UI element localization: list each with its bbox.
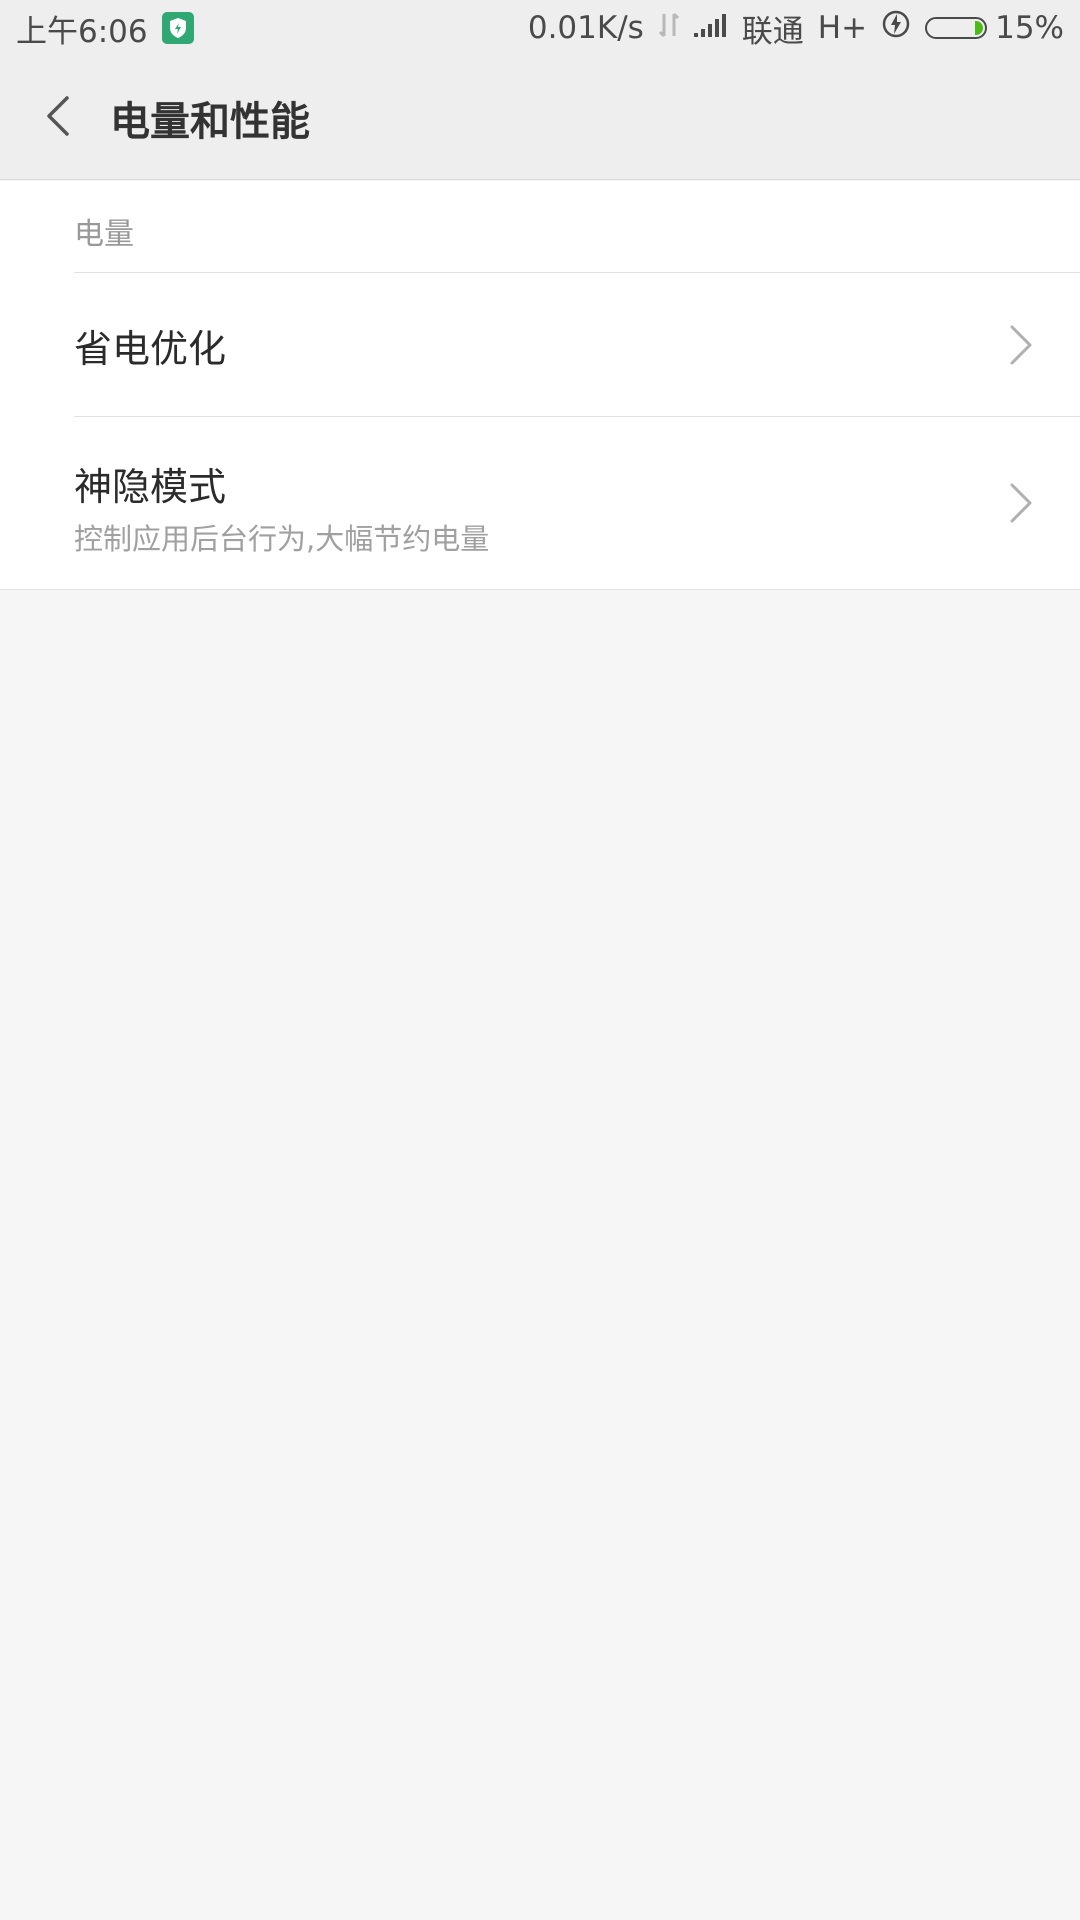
list-item-power-saving[interactable]: 省电优化 [0,273,1080,416]
status-bar: 上午6:06 0.01K/s 联通 H+ 15% [0,0,1080,56]
security-shield-icon [161,12,194,44]
list-item-subtitle: 控制应用后台行为,大幅节约电量 [74,522,490,556]
list-item-title: 省电优化 [74,327,227,371]
carrier-name: 联通 [741,13,804,50]
list-item-title: 神隐模式 [74,465,227,509]
back-button[interactable] [30,86,86,146]
battery-percent: 15% [995,10,1064,46]
app-header: 电量和性能 [0,56,1080,180]
network-type: H+ [817,10,868,46]
back-chevron-icon [47,96,69,136]
signal-strength-icon [693,10,728,46]
data-activity-icon [658,10,680,46]
status-time: 上午6:06 [16,13,148,50]
section-label: 电量 [74,217,134,252]
list-item-stealth-mode[interactable]: 神隐模式 控制应用后台行为,大幅节约电量 [0,417,1080,589]
battery-icon [925,17,988,39]
page-title: 电量和性能 [110,99,310,145]
battery-level-fill [975,21,984,35]
charging-icon [881,9,911,47]
chevron-right-icon [1010,483,1032,523]
network-speed: 0.01K/s [527,10,644,46]
settings-panel: 电量 省电优化 神隐模式 控制应用后台行为,大幅节约电量 [0,181,1080,590]
chevron-right-icon [1010,325,1032,365]
